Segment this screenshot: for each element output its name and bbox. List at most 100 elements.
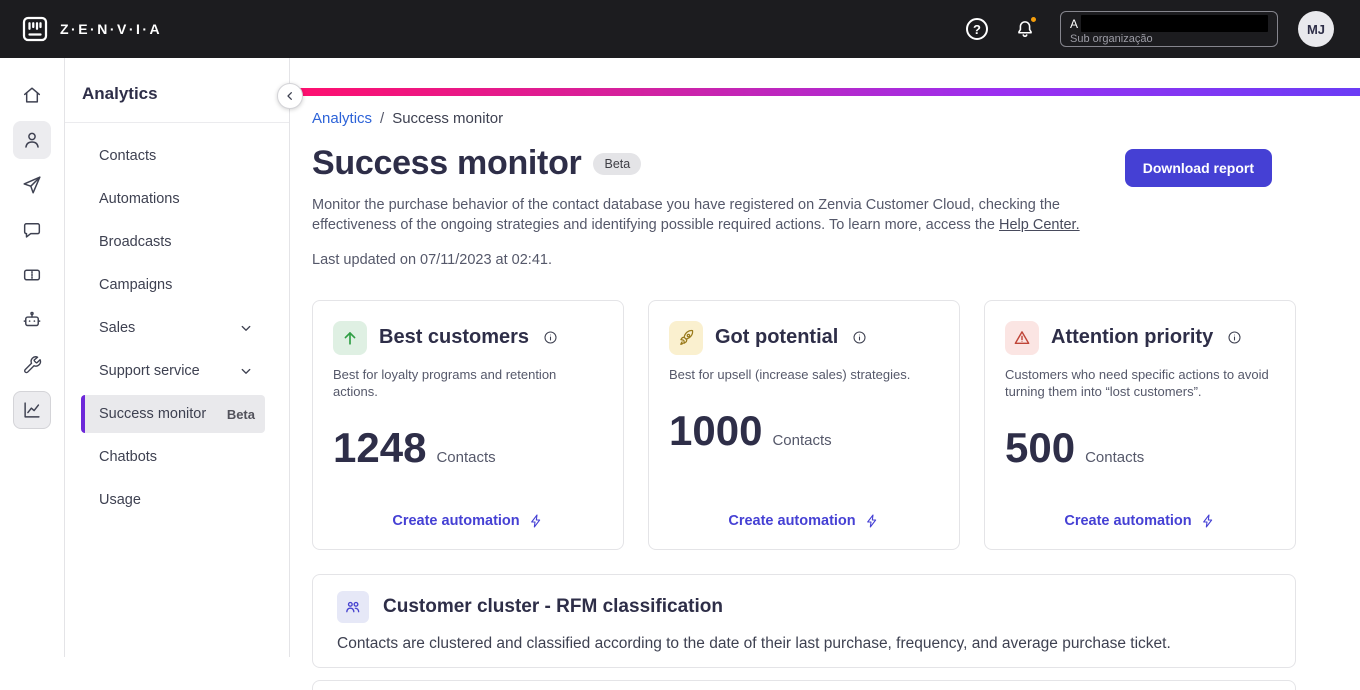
sidebar-item-success-monitor[interactable]: Success monitor Beta <box>81 395 265 433</box>
notification-dot <box>1029 15 1038 24</box>
top-header: Z·E·N·V·I·A ? A Sub organização MJ <box>0 0 1360 58</box>
send-icon <box>21 174 43 196</box>
card-title: Best customers <box>379 326 530 348</box>
breadcrumb-separator: / <box>380 110 385 127</box>
cluster-card-description: Contacts are clustered and classified ac… <box>337 634 1171 652</box>
rocket-icon <box>669 320 703 355</box>
chevron-down-icon <box>237 362 255 380</box>
bolt-icon <box>864 513 880 529</box>
user-avatar[interactable]: MJ <box>1298 11 1334 47</box>
analytics-icon <box>21 399 43 421</box>
info-icon[interactable] <box>852 330 867 345</box>
sidebar-item-usage[interactable]: Usage <box>81 481 265 519</box>
rail-item-commerce[interactable] <box>13 256 51 294</box>
info-icon[interactable] <box>543 330 558 345</box>
contact-count: 1000 <box>669 406 763 454</box>
create-automation-link[interactable]: Create automation <box>728 513 879 529</box>
org-name-visible-letter: A <box>1070 16 1079 31</box>
bot-icon <box>21 309 43 331</box>
contact-count: 500 <box>1005 423 1076 471</box>
redacted-org-name <box>1081 15 1268 32</box>
sidebar-item-sales[interactable]: Sales <box>81 309 265 347</box>
rail-item-contacts[interactable] <box>13 121 51 159</box>
sidebar-item-broadcasts[interactable]: Broadcasts <box>81 223 265 261</box>
breadcrumb-analytics-link[interactable]: Analytics <box>312 110 372 127</box>
cluster-card-title: Customer cluster - RFM classification <box>383 595 723 617</box>
tools-icon <box>21 354 43 376</box>
sidebar-item-support-service[interactable]: Support service <box>81 352 265 390</box>
sidebar-item-label: Usage <box>99 492 141 508</box>
sidebar-item-chatbots[interactable]: Chatbots <box>81 438 265 476</box>
rail-item-broadcasts[interactable] <box>13 166 51 204</box>
chevron-left-icon <box>282 88 298 104</box>
ticket-icon <box>21 264 43 286</box>
breadcrumb: Analytics / Success monitor <box>312 104 1296 127</box>
sidebar-item-label: Chatbots <box>99 449 158 465</box>
chevron-down-icon <box>237 319 255 337</box>
info-icon[interactable] <box>1227 330 1242 345</box>
card-best-customers: Best customers Best for loyalty programs… <box>312 299 624 550</box>
sidebar-title: Analytics <box>82 84 158 103</box>
help-icon[interactable]: ? <box>966 18 988 40</box>
notifications-button[interactable] <box>1014 15 1038 40</box>
create-automation-link[interactable]: Create automation <box>1064 513 1215 529</box>
page-description: Monitor the purchase behavior of the con… <box>312 195 1087 235</box>
main-content: Analytics / Success monitor Success moni… <box>277 58 1360 690</box>
create-automation-label: Create automation <box>1064 512 1192 529</box>
contact-count-label: Contacts <box>772 431 832 449</box>
sidebar-collapse-button[interactable] <box>277 83 303 109</box>
organization-selector[interactable]: A Sub organização <box>1060 11 1278 47</box>
sidebar-item-label: Broadcasts <box>99 234 172 250</box>
zenvia-logo: Z·E·N·V·I·A <box>20 14 162 44</box>
card-got-potential: Got potential Best for upsell (increase … <box>648 299 960 550</box>
create-automation-link[interactable]: Create automation <box>392 513 543 529</box>
next-card-partial <box>312 679 1296 690</box>
sidebar-item-label: Automations <box>99 191 180 207</box>
download-report-button[interactable]: Download report <box>1124 149 1272 187</box>
zenvia-logo-icon <box>20 14 50 44</box>
sidebar-item-automations[interactable]: Automations <box>81 180 265 218</box>
sidebar-item-label: Support service <box>99 363 200 379</box>
sidebar-item-label: Contacts <box>99 148 157 164</box>
bolt-icon <box>1200 513 1216 529</box>
sidebar-item-label: Campaigns <box>99 277 173 293</box>
card-title: Got potential <box>715 326 839 348</box>
beta-badge: Beta <box>593 153 642 175</box>
rail-item-conversations[interactable] <box>13 211 51 249</box>
card-attention-priority: Attention priority Customers who need sp… <box>984 299 1296 550</box>
beta-badge-sidebar: Beta <box>226 406 255 422</box>
page-title: Success monitor <box>312 144 582 182</box>
people-icon <box>337 590 369 623</box>
rail-item-home[interactable] <box>13 76 51 114</box>
bolt-icon <box>528 513 544 529</box>
home-icon <box>21 84 43 106</box>
icon-rail <box>0 58 65 657</box>
card-description: Customers who need specific actions to a… <box>1005 366 1269 399</box>
help-center-link[interactable]: Help Center. <box>999 217 1080 233</box>
user-icon <box>21 129 43 151</box>
description-text: Monitor the purchase behavior of the con… <box>312 197 1060 233</box>
analytics-sidebar: Analytics Contacts Automations Broadcast… <box>65 58 290 657</box>
rail-item-bots[interactable] <box>13 301 51 339</box>
rail-item-analytics[interactable] <box>13 391 51 429</box>
card-description: Best for upsell (increase sales) strateg… <box>669 366 911 382</box>
warning-icon <box>1005 320 1039 355</box>
sidebar-item-contacts[interactable]: Contacts <box>81 137 265 175</box>
last-updated-text: Last updated on 07/11/2023 at 02:41. <box>312 251 552 268</box>
rail-item-tools[interactable] <box>13 346 51 384</box>
sidebar-item-label: Success monitor <box>99 406 207 422</box>
brand-gradient-bar <box>290 88 1360 96</box>
breadcrumb-current: Success monitor <box>392 110 504 127</box>
customer-cluster-card: Customer cluster - RFM classification Co… <box>312 573 1296 668</box>
create-automation-label: Create automation <box>728 512 856 529</box>
card-title: Attention priority <box>1051 326 1214 348</box>
arrow-up-icon <box>333 320 367 355</box>
contact-count: 1248 <box>333 423 427 471</box>
chat-icon <box>21 219 43 241</box>
sidebar-item-label: Sales <box>99 320 136 336</box>
contact-count-label: Contacts <box>436 448 496 466</box>
contact-count-label: Contacts <box>1085 448 1145 466</box>
sub-organization-label: Sub organização <box>1070 33 1153 45</box>
sidebar-item-campaigns[interactable]: Campaigns <box>81 266 265 304</box>
card-description: Best for loyalty programs and retention … <box>333 366 557 399</box>
